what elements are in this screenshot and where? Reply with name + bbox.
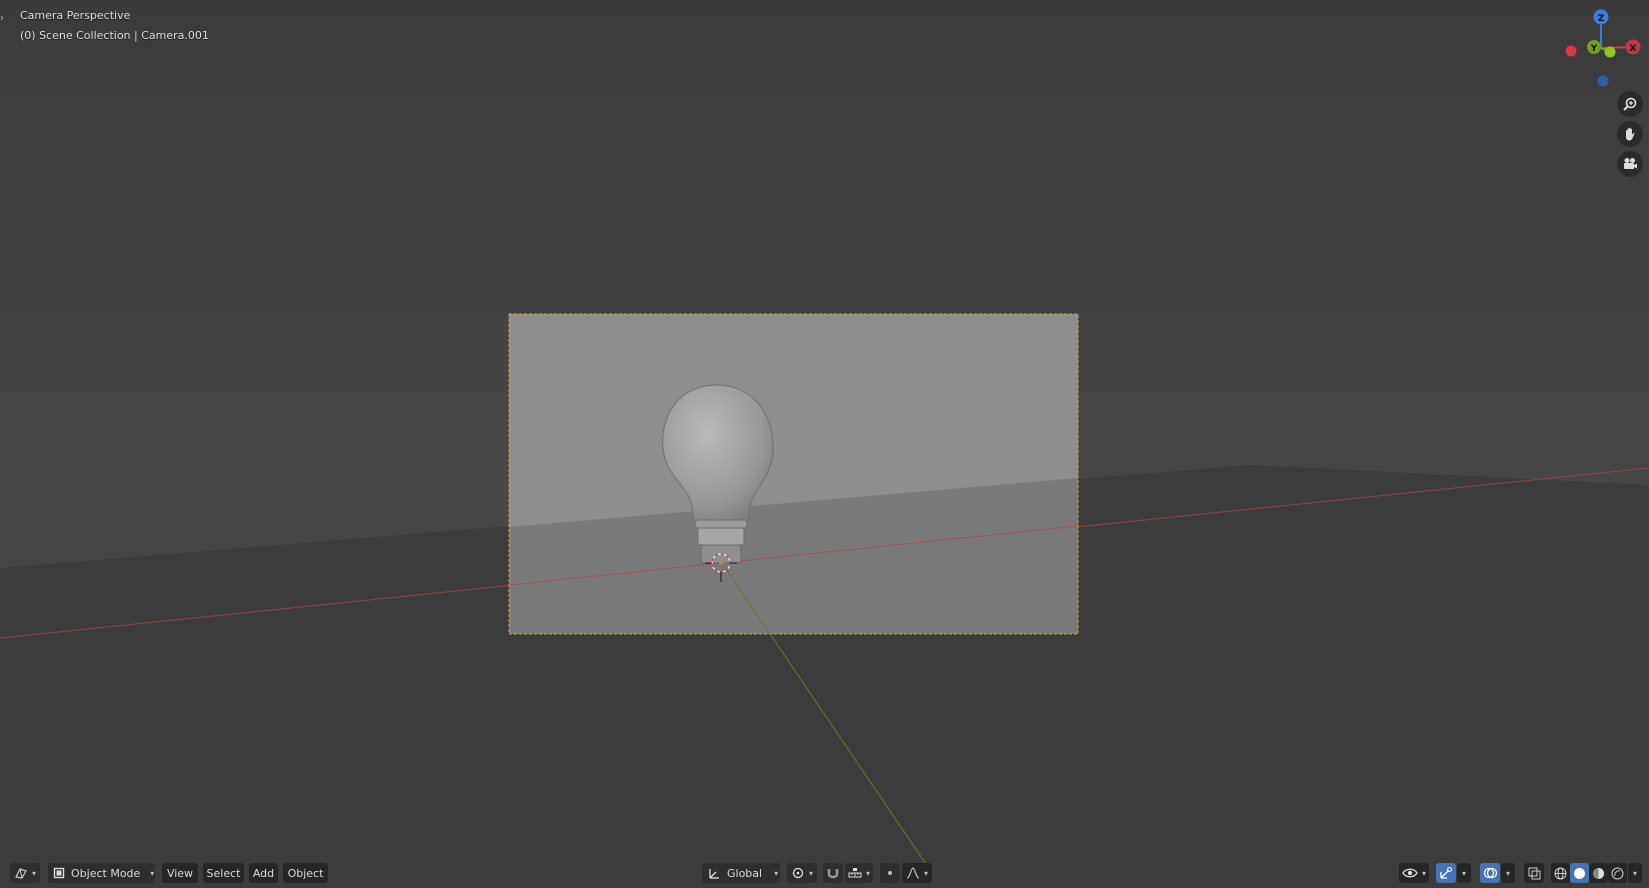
snap-target-dropdown[interactable]: ▾ [845, 863, 873, 883]
shading-dropdown[interactable]: ▾ [1628, 863, 1642, 883]
sidebar-toggle-arrow[interactable]: › [0, 12, 8, 26]
chevron-down-icon: ▾ [31, 868, 36, 878]
orientation-label: Global [727, 866, 763, 880]
select-menu[interactable]: Select [203, 863, 244, 883]
wireframe-shading-icon [1554, 867, 1567, 879]
chevron-down-icon: ▾ [1461, 868, 1466, 878]
viewport-scene [0, 0, 1649, 888]
view3d-icon [15, 868, 27, 879]
rendered-shading-icon [1611, 867, 1624, 879]
navigation-gizmo[interactable]: Z X Y [1539, 0, 1649, 100]
view-name-label: Camera Perspective [20, 9, 131, 22]
snap-magnet-icon [827, 869, 839, 879]
chevron-down-icon: ▾ [774, 868, 779, 878]
pan-hand-icon [1626, 127, 1635, 141]
xray-icon [1528, 867, 1540, 879]
pan-button[interactable] [1617, 121, 1643, 147]
rendered-shading-button[interactable] [1608, 863, 1627, 883]
gizmo-y-label: Y [1590, 44, 1598, 54]
transform-orientation-dropdown[interactable]: Global ▾ [702, 863, 780, 883]
snap-toggle[interactable] [823, 863, 843, 883]
gizmo-neg-x[interactable] [1565, 45, 1577, 57]
falloff-curve-icon [906, 867, 920, 879]
3d-viewport[interactable]: › Camera Perspective (0) Scene Collectio… [0, 0, 1649, 888]
camera-view-button[interactable] [1617, 151, 1643, 177]
chevron-down-icon: ▾ [150, 868, 155, 878]
proportional-edit-icon [888, 871, 892, 875]
mode-label: Object Mode [71, 866, 141, 880]
overlay-toggle-icon [1483, 867, 1497, 879]
gizmo-neg-y[interactable] [1604, 46, 1616, 58]
gizmo-toggle-icon [1440, 867, 1452, 879]
chevron-down-icon: ▾ [1632, 868, 1637, 878]
chevron-down-icon: ▾ [923, 868, 928, 878]
object-menu[interactable]: Object [283, 863, 328, 883]
chevron-down-icon: ▾ [1505, 868, 1510, 878]
object-mode-icon [52, 866, 66, 880]
eye-icon [1402, 868, 1418, 878]
falloff-dropdown[interactable]: ▾ [902, 863, 932, 883]
collection-info-label: (0) Scene Collection | Camera.001 [20, 29, 209, 42]
overlays-toggle[interactable] [1480, 863, 1500, 883]
proportional-edit-toggle[interactable] [880, 863, 900, 883]
visibility-dropdown[interactable]: ▾ [1399, 863, 1429, 883]
editor-type-dropdown[interactable]: ▾ [10, 863, 40, 883]
gizmos-toggle[interactable] [1436, 863, 1456, 883]
xray-toggle[interactable] [1524, 863, 1544, 883]
snap-increment-icon [848, 868, 862, 878]
orientation-icon [707, 866, 721, 880]
chevron-down-icon: ▾ [1421, 868, 1426, 878]
mode-dropdown[interactable]: Object Mode ▾ [48, 863, 155, 883]
solid-shading-icon [1574, 867, 1585, 879]
zoom-button[interactable] [1617, 91, 1643, 117]
gizmos-dropdown[interactable]: ▾ [1457, 863, 1471, 883]
chevron-down-icon: ▾ [808, 868, 813, 878]
material-shading-icon [1593, 867, 1604, 879]
gizmo-neg-z[interactable] [1597, 75, 1609, 87]
solid-shading-button[interactable] [1570, 863, 1589, 883]
gizmo-z-label: Z [1598, 14, 1605, 24]
overlays-dropdown[interactable]: ▾ [1501, 863, 1515, 883]
zoom-icon [1623, 97, 1637, 111]
view-menu[interactable]: View [162, 863, 198, 883]
wireframe-shading-button[interactable] [1551, 863, 1570, 883]
gizmo-x-label: X [1630, 44, 1637, 54]
chevron-down-icon: ▾ [865, 868, 870, 878]
camera-view-icon [1624, 158, 1637, 169]
pivot-point-dropdown[interactable]: ▾ [787, 863, 817, 883]
add-menu[interactable]: Add [249, 863, 278, 883]
pivot-icon [792, 867, 804, 879]
camera-frame[interactable] [508, 313, 1079, 635]
material-shading-button[interactable] [1589, 863, 1608, 883]
